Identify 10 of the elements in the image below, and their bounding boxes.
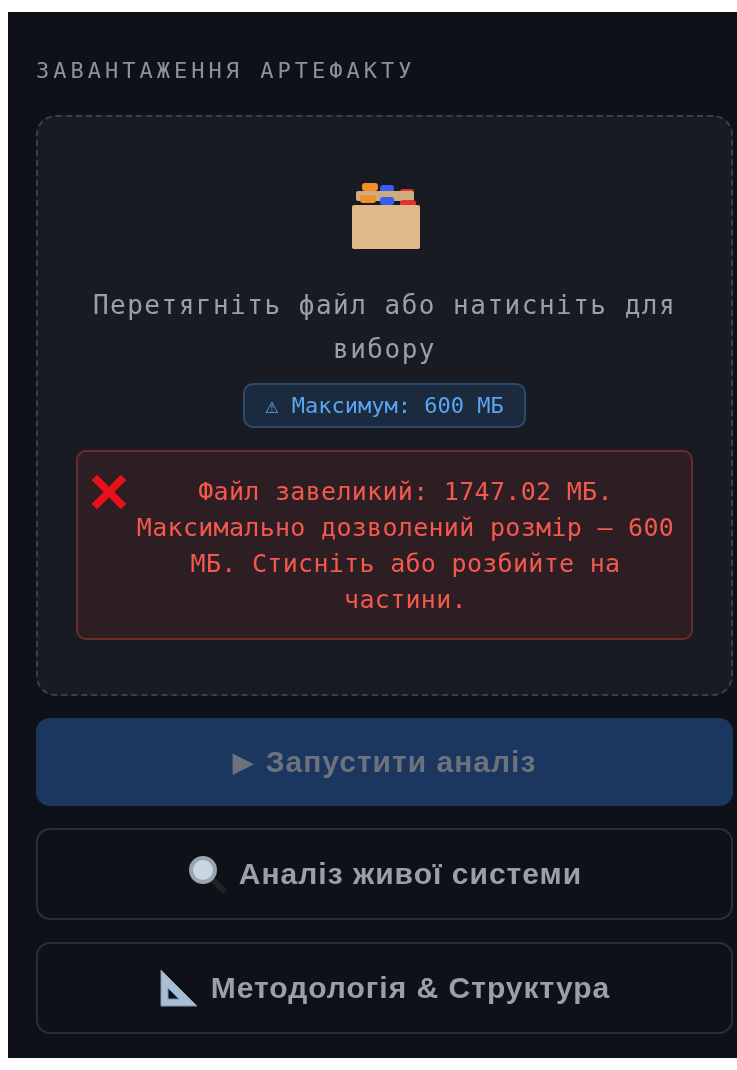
- live-system-button[interactable]: Аналіз живої системи: [36, 828, 733, 920]
- methodology-button[interactable]: Методологія & Структура: [36, 942, 733, 1034]
- magnifier-icon: [186, 854, 227, 894]
- file-drop-zone[interactable]: Перетягніть файл або натисніть для вибору ⚠ Максимум: 600 МБ Файл завеликий: 1747.02 МБ. Максимально дозволений розмір — 600 МБ. Стисніть або розбийте на частини.: [36, 115, 733, 696]
- size-limit-badge: ⚠ Максимум: 600 МБ: [243, 383, 526, 428]
- card-file-box-icon: [349, 183, 420, 249]
- section-title: ЗАВАНТАЖЕННЯ АРТЕФАКТУ: [36, 58, 417, 83]
- cross-mark-icon: [92, 475, 126, 509]
- error-text: Файл завеликий: 1747.02 МБ. Максимально дозволений розмір — 600 МБ. Стисніть або розбийте на частини.: [135, 476, 676, 616]
- drop-prompt: Перетягніть файл або натисніть для вибору: [91, 289, 678, 366]
